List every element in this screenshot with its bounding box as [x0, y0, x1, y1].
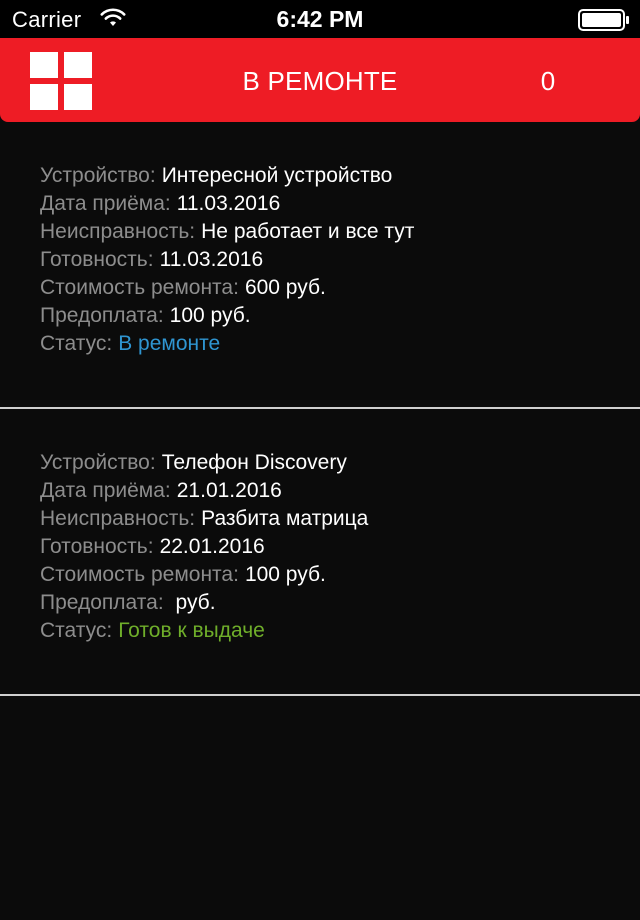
- prepayment-value: руб.: [169, 591, 216, 614]
- status-bar: Carrier 6:42 PM: [0, 0, 640, 38]
- ready-date-row: Готовность: 11.03.2016: [40, 246, 414, 274]
- clock-time: 6:42 PM: [276, 6, 364, 32]
- fault-label: Неисправность:: [40, 507, 196, 530]
- battery-icon: [578, 9, 629, 31]
- ready-date-value: 11.03.2016: [159, 248, 264, 271]
- fault-row: Неисправность: Разбита матрица: [40, 505, 368, 533]
- status-value: Готов к выдаче: [118, 619, 265, 642]
- order-count: 0: [540, 66, 556, 96]
- prepayment-value: 100 руб.: [169, 304, 251, 327]
- device-row: Устройство: Интересной устройство: [40, 162, 414, 190]
- received-date-row: Дата приёма: 21.01.2016: [40, 477, 368, 505]
- prepayment-row: Предоплата: 100 руб.: [40, 302, 414, 330]
- device-row: Устройство: Телефон Discovery: [40, 449, 368, 477]
- received-date-value: 11.03.2016: [176, 192, 281, 215]
- ready-date-row: Готовность: 22.01.2016: [40, 533, 368, 561]
- status-value: В ремонте: [118, 332, 221, 355]
- received-date-value: 21.01.2016: [176, 479, 282, 502]
- device-label: Устройство:: [40, 164, 156, 187]
- order-details: Устройство: Телефон Discovery Дата приёма…: [40, 449, 368, 645]
- ready-date-label: Готовность:: [40, 535, 154, 558]
- repair-cost-value: 100 руб.: [244, 563, 326, 586]
- status-label: Статус:: [40, 332, 113, 355]
- received-date-label: Дата приёма:: [40, 192, 171, 215]
- repair-cost-label: Стоимость ремонта:: [40, 276, 239, 299]
- received-date-label: Дата приёма:: [40, 479, 171, 502]
- repair-cost-value: 600 руб.: [244, 276, 326, 299]
- status-row: Статус: Готов к выдаче: [40, 617, 368, 645]
- fault-value: Не работает и все тут: [201, 220, 415, 243]
- repair-cost-label: Стоимость ремонта:: [40, 563, 239, 586]
- ready-date-value: 22.01.2016: [159, 535, 265, 558]
- header-bar: В РЕМОНТЕ 0: [0, 38, 640, 122]
- device-value: Телефон Discovery: [161, 451, 347, 474]
- fault-value: Разбита матрица: [201, 507, 369, 530]
- received-date-row: Дата приёма: 11.03.2016: [40, 190, 414, 218]
- ready-date-label: Готовность:: [40, 248, 154, 271]
- order-details: Устройство: Интересной устройство Дата пр…: [40, 162, 414, 358]
- fault-row: Неисправность: Не работает и все тут: [40, 218, 414, 246]
- prepayment-label: Предоплата:: [40, 591, 164, 614]
- repair-cost-row: Стоимость ремонта: 100 руб.: [40, 561, 368, 589]
- fault-label: Неисправность:: [40, 220, 196, 243]
- device-value: Интересной устройство: [161, 164, 393, 187]
- status-row: Статус: В ремонте: [40, 330, 414, 358]
- order-list-item[interactable]: Устройство: Интересной устройство Дата пр…: [0, 122, 640, 409]
- status-label: Статус:: [40, 619, 113, 642]
- prepayment-row: Предоплата: руб.: [40, 589, 368, 617]
- repair-cost-row: Стоимость ремонта: 600 руб.: [40, 274, 414, 302]
- device-label: Устройство:: [40, 451, 156, 474]
- prepayment-label: Предоплата:: [40, 304, 164, 327]
- order-list-item[interactable]: Устройство: Телефон Discovery Дата приёма…: [0, 409, 640, 696]
